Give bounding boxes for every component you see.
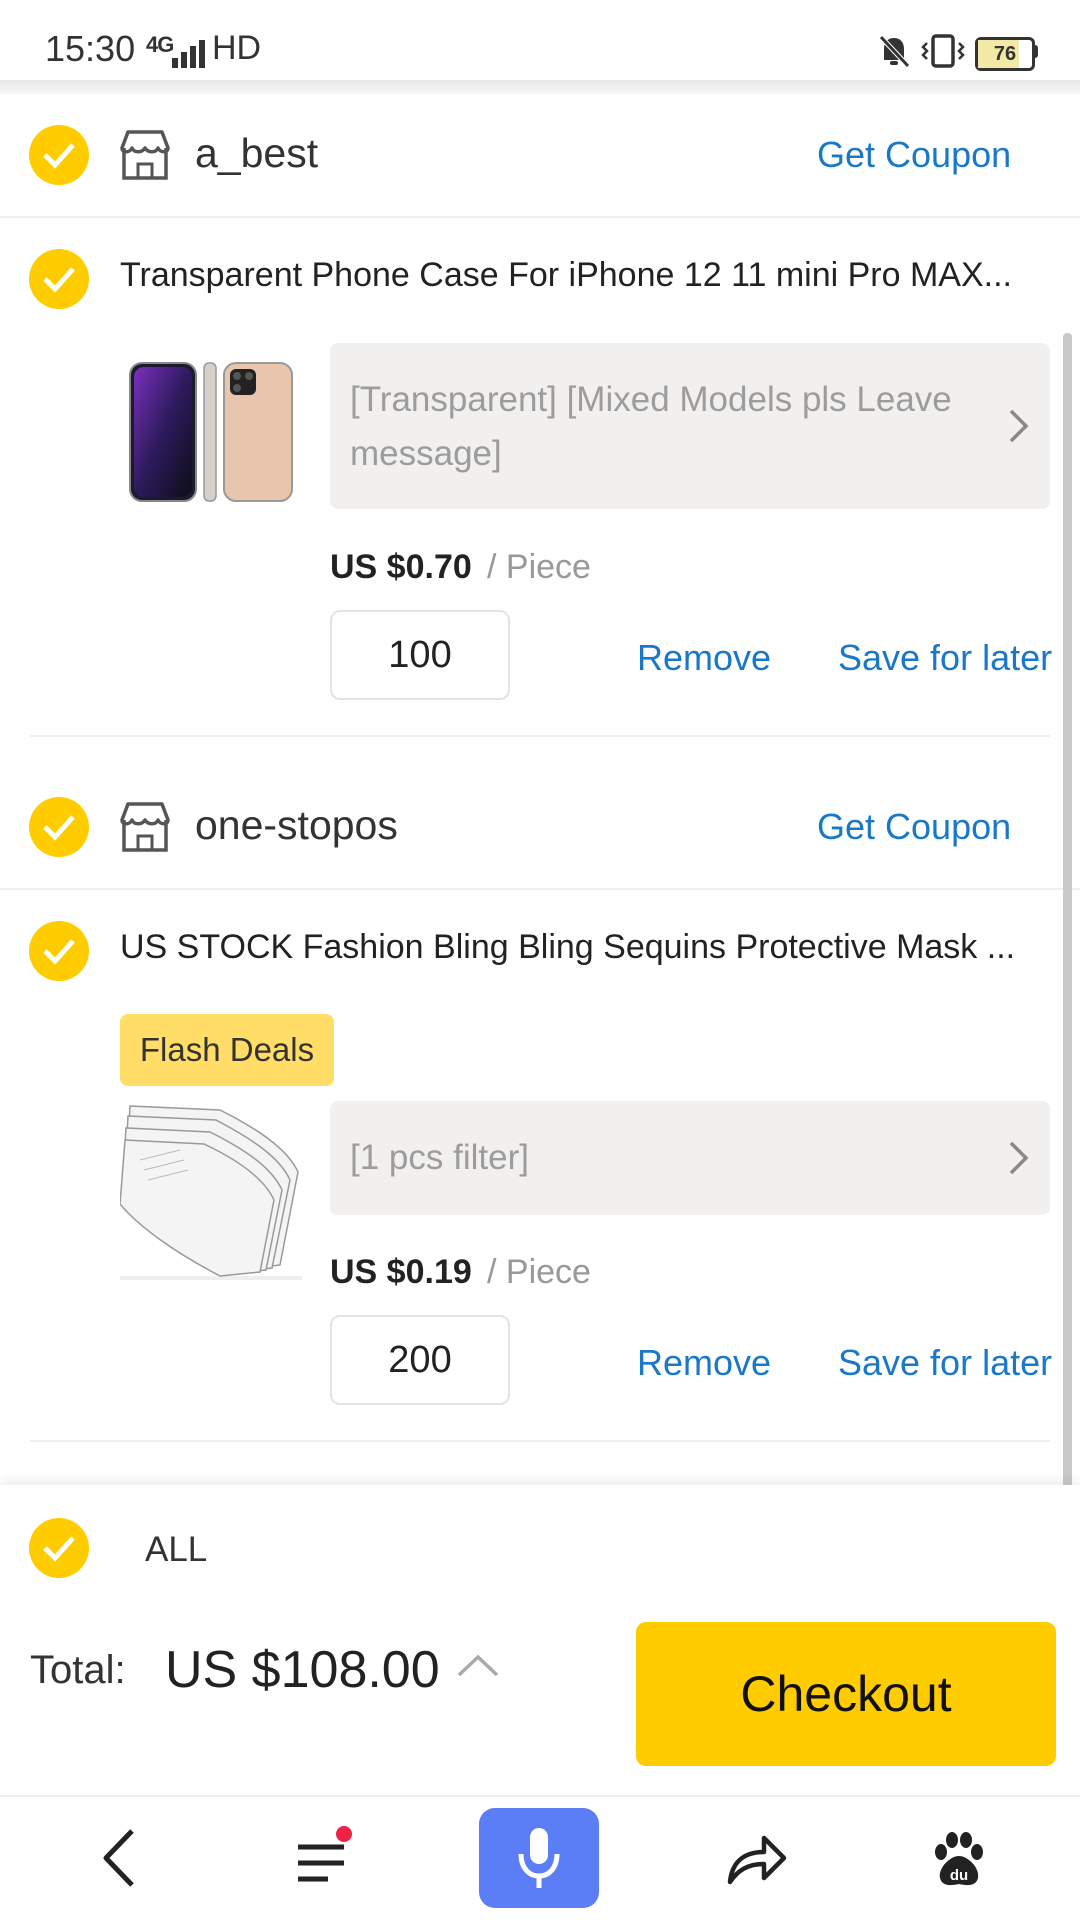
product-image[interactable] [120, 1100, 302, 1282]
baidu-paw-icon[interactable]: du [932, 1832, 986, 1888]
divider [0, 888, 1080, 890]
price-unit: / Piece [487, 1253, 591, 1291]
item-price: US $0.70 [330, 548, 472, 586]
chevron-right-icon [1009, 1141, 1029, 1175]
store-icon [120, 130, 170, 180]
product-title[interactable]: US STOCK Fashion Bling Bling Sequins Pro… [120, 928, 1050, 967]
get-coupon-link[interactable]: Get Coupon [817, 134, 1011, 176]
price-unit: / Piece [487, 548, 591, 586]
network-type: 4G [146, 32, 174, 57]
product-image[interactable] [122, 355, 297, 505]
signal-icon [172, 40, 205, 68]
hd-indicator: HD [212, 29, 262, 67]
quantity-input[interactable]: 200 [330, 1315, 510, 1405]
flash-deals-badge: Flash Deals [120, 1014, 334, 1086]
header-divider [0, 80, 1080, 94]
total-value: US $108.00 [165, 1641, 440, 1699]
chevron-right-icon [1009, 409, 1029, 443]
voice-search-button[interactable] [479, 1808, 599, 1908]
sku-selector[interactable]: [1 pcs filter] [330, 1101, 1050, 1215]
select-all-checkbox[interactable] [29, 1518, 89, 1578]
divider [30, 1440, 1050, 1442]
store-select-checkbox[interactable] [29, 125, 89, 185]
microphone-icon [518, 1828, 560, 1888]
store-icon [120, 802, 170, 852]
menu-icon[interactable] [296, 1825, 354, 1889]
product-title[interactable]: Transparent Phone Case For iPhone 12 11 … [120, 256, 1050, 295]
status-bar: 15:30 4G HD 76 [0, 0, 1080, 80]
sku-text: [1 pcs filter] [350, 1138, 529, 1177]
quantity-input[interactable]: 100 [330, 610, 510, 700]
battery-icon: 76 [975, 37, 1035, 71]
divider [0, 216, 1080, 218]
save-for-later-button[interactable]: Save for later [838, 1342, 1052, 1384]
save-for-later-button[interactable]: Save for later [838, 637, 1052, 679]
checkmark-icon [43, 143, 75, 169]
share-icon[interactable] [726, 1832, 788, 1888]
select-all-label[interactable]: ALL [145, 1530, 207, 1570]
store-select-checkbox[interactable] [29, 797, 89, 857]
item-price: US $0.19 [330, 1253, 472, 1291]
checkout-button[interactable]: Checkout [636, 1622, 1056, 1766]
store-name[interactable]: one-stopos [195, 802, 398, 849]
battery-nub [1033, 45, 1038, 58]
remove-button[interactable]: Remove [637, 1342, 771, 1384]
sku-text: [Transparent] [Mixed Models pls Leave me… [350, 380, 952, 473]
sku-selector[interactable]: [Transparent] [Mixed Models pls Leave me… [330, 343, 1050, 509]
back-icon[interactable] [98, 1825, 142, 1891]
total-label: Total: [30, 1648, 126, 1692]
checkmark-icon [43, 1536, 75, 1562]
item-select-checkbox[interactable] [29, 249, 89, 309]
get-coupon-link[interactable]: Get Coupon [817, 806, 1011, 848]
vibrate-icon [921, 34, 965, 68]
remove-button[interactable]: Remove [637, 637, 771, 679]
scrollbar[interactable] [1063, 333, 1072, 1583]
checkmark-icon [43, 267, 75, 293]
store-name[interactable]: a_best [195, 130, 318, 177]
chevron-up-icon[interactable] [455, 1645, 501, 1685]
mute-bell-icon [879, 35, 910, 68]
svg-text:du: du [950, 1867, 968, 1884]
checkmark-icon [43, 939, 75, 965]
item-select-checkbox[interactable] [29, 921, 89, 981]
battery-level: 76 [993, 43, 1017, 65]
checkmark-icon [43, 815, 75, 841]
status-time: 15:30 [45, 28, 136, 69]
divider [30, 735, 1050, 737]
